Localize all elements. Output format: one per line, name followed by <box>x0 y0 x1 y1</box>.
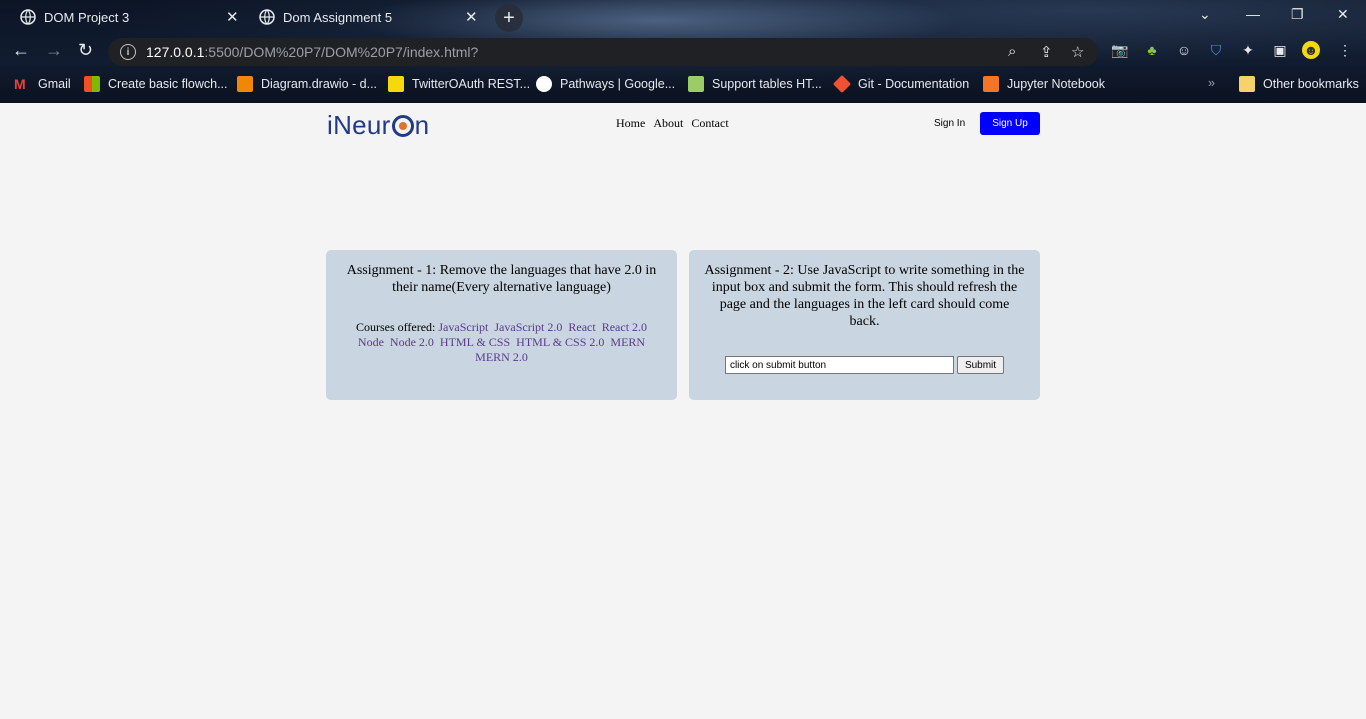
forward-icon[interactable]: → <box>45 40 63 61</box>
bookmark-jupyter[interactable]: Jupyter Notebook <box>983 76 1105 92</box>
web-page: iNeur n Home About Contact Sign In Sign U… <box>0 103 1366 719</box>
tab-dom-assignment-5[interactable]: Dom Assignment 5 <box>259 0 392 34</box>
main-nav: Home About Contact <box>616 116 729 131</box>
sign-up-button[interactable]: Sign Up <box>980 112 1040 135</box>
browser-chrome: DOM Project 3 ✕ Dom Assignment 5 ✕ + ⌄ —… <box>0 0 1366 103</box>
info-icon[interactable]: i <box>120 44 136 60</box>
course-item: MERN 2.0 <box>475 350 528 364</box>
course-item: React 2.0 <box>601 320 648 334</box>
url-path: :5500/DOM%20P7/DOM%20P7/index.html? <box>204 44 479 60</box>
minimize-icon[interactable]: — <box>1246 6 1260 22</box>
close-icon[interactable]: ✕ <box>226 8 239 26</box>
bookmark-flowchart[interactable]: Create basic flowch... <box>84 76 228 92</box>
tab-strip: DOM Project 3 ✕ Dom Assignment 5 ✕ + ⌄ —… <box>0 0 1366 34</box>
bookmark-label: Diagram.drawio - d... <box>261 77 378 91</box>
text-input[interactable] <box>724 356 954 374</box>
nav-home[interactable]: Home <box>616 116 645 131</box>
reload-icon[interactable]: ↻ <box>78 40 93 61</box>
git-icon <box>832 74 852 94</box>
bookmark-label: Git - Documentation <box>858 77 970 91</box>
avatar[interactable]: ☻ <box>1302 41 1320 59</box>
globe-icon <box>20 9 36 25</box>
bookmark-support-tables[interactable]: Support tables HT... <box>688 76 822 92</box>
bookmark-label: TwitterOAuth REST... <box>412 77 531 91</box>
extensions-puzzle-icon[interactable]: ✦ <box>1239 41 1257 59</box>
face-extension-icon[interactable]: ☺ <box>1175 41 1193 59</box>
bookmark-label: Pathways | Google... <box>560 77 676 91</box>
courses-label: Courses offered: <box>355 320 436 334</box>
tab-title: DOM Project 3 <box>44 9 130 25</box>
side-panel-icon[interactable]: ▣ <box>1271 41 1289 59</box>
url-host: 127.0.0.1 <box>146 44 205 60</box>
other-bookmarks[interactable]: Other bookmarks <box>1239 76 1359 92</box>
back-icon[interactable]: ← <box>12 40 30 61</box>
more-bookmarks-icon[interactable]: » <box>1208 76 1215 90</box>
course-item: Node 2.0 <box>389 335 434 349</box>
toolbar: ← → ↻ i 127.0.0.1:5500/DOM%20P7/DOM%20P7… <box>0 34 1366 70</box>
camera-icon[interactable]: 📷 <box>1111 41 1129 59</box>
submit-button[interactable]: Submit <box>956 356 1005 374</box>
tab-search-icon[interactable]: ⌄ <box>1199 6 1211 23</box>
course-item: MERN <box>610 335 646 349</box>
tab-dom-project-3[interactable]: DOM Project 3 <box>20 0 129 34</box>
ineuron-logo[interactable]: iNeur n <box>327 110 429 141</box>
course-item: React <box>568 320 596 334</box>
course-item: HTML & CSS <box>439 335 511 349</box>
menu-icon[interactable]: ⋮ <box>1336 41 1354 59</box>
course-item: HTML & CSS 2.0 <box>516 335 605 349</box>
bookmark-label: Support tables HT... <box>712 77 822 91</box>
drawio-icon <box>237 76 253 92</box>
card-title: Assignment - 1: Remove the languages tha… <box>346 263 657 295</box>
close-window-icon[interactable]: ✕ <box>1337 6 1349 23</box>
logo-o-icon <box>391 115 414 137</box>
course-item: JavaScript <box>438 320 489 334</box>
bookmark-git[interactable]: Git - Documentation <box>832 74 970 94</box>
jupyter-icon <box>983 76 999 92</box>
globe-icon <box>259 9 275 25</box>
microsoft-icon <box>84 76 100 92</box>
assignment-1-card: Assignment - 1: Remove the languages tha… <box>326 250 677 400</box>
pathways-icon <box>536 76 552 92</box>
course-item: JavaScript 2.0 <box>494 320 563 334</box>
course-item: Node <box>357 335 384 349</box>
bookmark-label: Other bookmarks <box>1263 77 1359 91</box>
nav-about[interactable]: About <box>653 116 683 131</box>
bookmark-label: Create basic flowch... <box>108 77 228 91</box>
assignment-2-card: Assignment - 2: Use JavaScript to write … <box>689 250 1040 400</box>
logo-text: iNeur <box>327 110 391 140</box>
bookmark-label: Gmail <box>38 77 71 91</box>
bookmarks-bar: M Gmail Create basic flowch... Diagram.d… <box>0 72 1366 96</box>
nav-contact[interactable]: Contact <box>691 116 728 131</box>
bookmark-label: Jupyter Notebook <box>1007 77 1105 91</box>
tree-extension-icon[interactable]: ♣ <box>1143 41 1161 59</box>
share-icon[interactable]: ⇪ <box>1040 43 1053 61</box>
shield-icon[interactable]: ⛉ <box>1207 41 1225 59</box>
assignment-form: Submit <box>703 356 1026 374</box>
new-tab-button[interactable]: + <box>495 4 523 32</box>
restore-icon[interactable]: ❐ <box>1291 6 1304 23</box>
sign-in-link[interactable]: Sign In <box>934 118 965 129</box>
close-icon[interactable]: ✕ <box>465 8 478 26</box>
address-bar[interactable]: i 127.0.0.1:5500/DOM%20P7/DOM%20P7/index… <box>108 38 1098 66</box>
card-title: Assignment - 2: Use JavaScript to write … <box>704 263 1025 329</box>
folder-icon <box>1239 76 1255 92</box>
bookmark-gmail[interactable]: M Gmail <box>14 76 71 92</box>
bookmark-drawio[interactable]: Diagram.drawio - d... <box>237 76 377 92</box>
logo-text: n <box>414 110 430 140</box>
gmail-icon: M <box>14 76 26 92</box>
tab-title: Dom Assignment 5 <box>283 9 393 25</box>
caniuse-icon <box>688 76 704 92</box>
courses-list: Courses offered: JavaScript JavaScript 2… <box>340 320 663 365</box>
zoom-icon[interactable]: ⌕ <box>1008 43 1016 60</box>
bookmark-star-icon[interactable]: ☆ <box>1071 43 1084 61</box>
bookmark-pathways[interactable]: Pathways | Google... <box>536 76 675 92</box>
qr-icon <box>388 76 404 92</box>
bookmark-twitteroauth[interactable]: TwitterOAuth REST... <box>388 76 530 92</box>
